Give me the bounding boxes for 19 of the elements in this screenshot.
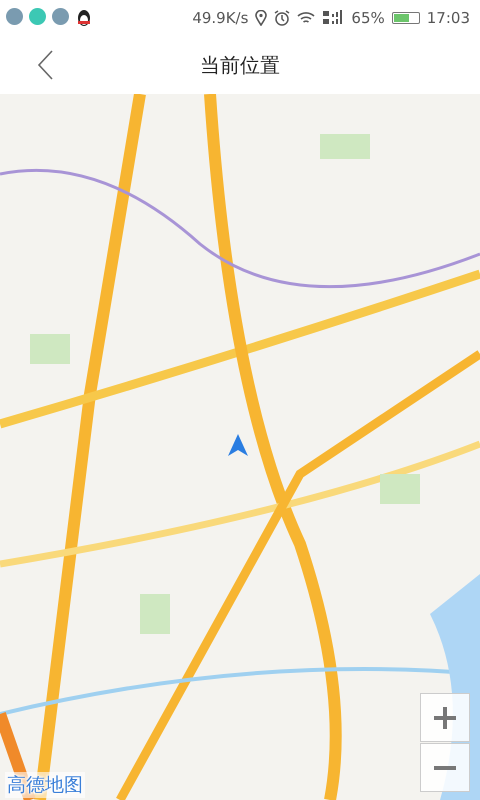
plus-icon [433,706,457,730]
battery-icon [392,12,420,24]
wifi-icon [297,11,316,25]
app-icon [29,8,46,25]
location-icon [255,10,268,26]
map-logo: 高德地图 [5,772,85,798]
penguin-icon [75,8,93,28]
zoom-in-button[interactable] [420,693,470,742]
page-title: 当前位置 [200,52,280,78]
app-icon [52,8,69,25]
minus-icon [433,764,457,770]
back-icon [37,50,53,80]
network-speed: 49.9K/s [192,9,248,27]
signal-icon [322,10,344,26]
clock: 17:03 [426,9,470,27]
alarm-icon [274,10,290,26]
zoom-out-button[interactable] [420,743,470,792]
battery-percentage: 65% [351,9,385,27]
app-icon [6,8,23,25]
